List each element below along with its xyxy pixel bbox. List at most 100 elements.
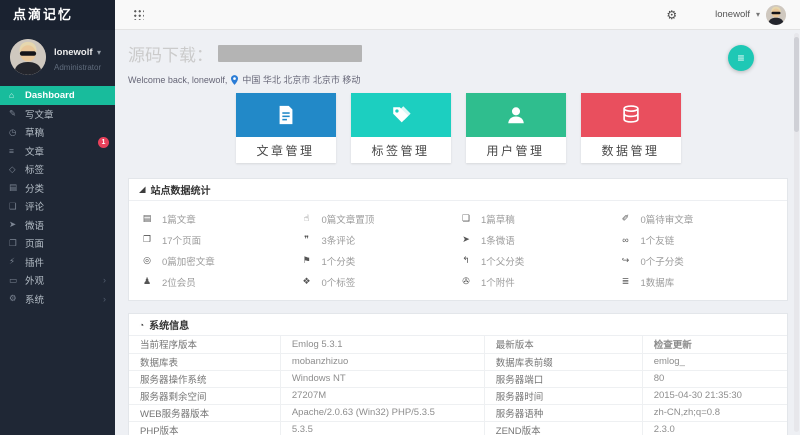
site-statistics-panel: ◢ 站点数据统计 ▤ 1篇文章 ☝ 0篇文章置顶 ❏ 1篇草稿 ✐ 0篇待审文章 ❐ 17…	[128, 178, 788, 301]
card-user-management[interactable]: 用户管理	[465, 93, 566, 163]
table-row: 服务器剩余空间 27207M 服务器时间 2015-04-30 21:35:30	[129, 386, 787, 404]
scrollbar[interactable]	[794, 33, 799, 432]
table-row: 数据库表 mobanzhizuo 数据库表前缀 emlog_	[129, 352, 787, 370]
management-cards: 文章管理 标签管理 用户管理 数据管理	[128, 93, 788, 163]
user-icon	[507, 107, 524, 124]
quick-menu-button[interactable]: ≡	[728, 45, 754, 71]
comment-icon: ❑	[9, 200, 17, 211]
card-label: 标签管理	[371, 143, 430, 158]
user-meta: lonewolf ▾ Administrator	[54, 41, 101, 73]
sidebar-item-comments[interactable]: ❑ 评论	[0, 197, 115, 216]
sys-label: PHP版本	[129, 420, 281, 435]
chevron-down-icon: ▾	[755, 10, 760, 19]
home-icon: ⌂	[9, 90, 15, 101]
card-icon-area	[350, 93, 451, 137]
panel-header: ◔ 系统信息	[129, 314, 787, 336]
check-update-link[interactable]: 检查更新	[641, 336, 787, 353]
sidebar-item-appearance[interactable]: ▭ 外观 ›	[0, 271, 115, 290]
sidebar-item-pages[interactable]: ❐ 页面	[0, 234, 115, 253]
panel-title: 站点数据统计	[150, 186, 211, 197]
scrollbar-thumb[interactable]	[794, 37, 799, 132]
card-tag-management[interactable]: 标签管理	[350, 93, 451, 163]
sidebar-item-write-article[interactable]: ✎ 写文章	[0, 105, 115, 124]
menu-icon: ≡	[737, 51, 745, 65]
card-icon-area	[465, 93, 566, 137]
sys-value: 80	[641, 369, 787, 387]
link-icon: ∞	[622, 234, 629, 245]
sidebar-item-label: 写文章	[25, 109, 54, 121]
panel-header: ◢ 站点数据统计	[129, 179, 787, 201]
sidebar-item-label: 评论	[25, 202, 45, 214]
map-pin-icon	[231, 74, 239, 85]
topbar-user-menu[interactable]: lonewolf ▾	[715, 4, 786, 25]
sys-value: 27207M	[279, 386, 485, 404]
comments-icon: ❞	[304, 234, 309, 244]
sidebar-item-categories[interactable]: ▤ 分类	[0, 179, 115, 198]
stat-text: 1个友链	[640, 235, 675, 247]
table-row: 当前程序版本 Emlog 5.3.1 最新版本 检查更新	[129, 336, 787, 353]
apps-grid-icon[interactable]	[133, 9, 144, 20]
plugin-icon: ⚡	[9, 256, 15, 267]
sidebar-item-dashboard[interactable]: ⌂ Dashboard	[0, 86, 115, 105]
stat-text: 2位会员	[162, 277, 196, 289]
sys-value: 2015-04-30 21:35:30	[641, 386, 787, 404]
category-icon: ▤	[9, 182, 18, 193]
stat-text: 1数据库	[640, 277, 675, 289]
system-icon: ⚙	[9, 293, 17, 304]
sidebar-item-microblog[interactable]: ➤ 微语	[0, 216, 115, 235]
stat-pages: ❐ 17个页面	[141, 229, 301, 250]
sidebar-user-panel[interactable]: lonewolf ▾ Administrator	[0, 30, 115, 85]
topbar: ⚙ lonewolf ▾	[115, 0, 800, 30]
stat-text: 0个标签	[321, 277, 356, 289]
tag-icon: ◇	[9, 163, 16, 174]
card-data-management[interactable]: 数据管理	[580, 93, 681, 163]
stat-text: 3条评论	[321, 235, 356, 247]
sidebar-item-plugins[interactable]: ⚡ 插件	[0, 253, 115, 272]
avatar	[766, 4, 786, 25]
card-label: 数据管理	[601, 143, 660, 158]
sys-label: 服务器操作系统	[129, 369, 281, 387]
sys-value: 2.3.0	[641, 420, 787, 435]
stat-tags: ❖ 0个标签	[301, 271, 461, 292]
thumbs-up-icon: ☝	[303, 213, 310, 223]
sidebar-item-tags[interactable]: ◇ 标签	[0, 160, 115, 179]
sys-label: WEB服务器版本	[129, 403, 281, 421]
notification-badge: 1	[98, 136, 109, 148]
card-label: 用户管理	[486, 143, 545, 158]
welcome-text: Welcome back, lonewolf,	[128, 74, 228, 85]
sidebar-item-label: 系统	[25, 294, 45, 306]
sys-value: Apache/2.0.63 (Win32) PHP/5.3.5	[279, 403, 485, 421]
sidebar-item-label: 草稿	[25, 128, 45, 140]
app-window: 点滴记忆 lonewolf ▾ Administrator ⌂ Dashboar…	[0, 0, 800, 435]
sidebar-item-label: 外观	[25, 276, 45, 288]
parent-level-icon: ↰	[462, 255, 470, 265]
stat-text: 1个附件	[481, 277, 515, 289]
pencil-icon: ✎	[9, 108, 17, 119]
sys-label: 服务器语种	[483, 403, 643, 421]
site-logo: 点滴记忆	[0, 0, 115, 30]
stat-microblogs: ➤ 1条微语	[460, 229, 620, 250]
stat-text: 0篇文章置顶	[321, 214, 375, 226]
sidebar-item-system[interactable]: ⚙ 系统 ›	[0, 290, 115, 309]
sidebar-item-drafts[interactable]: ◷ 草稿	[0, 123, 115, 142]
card-article-management[interactable]: 文章管理	[235, 93, 336, 163]
lock-power-icon: ◎	[143, 255, 151, 265]
stat-encrypted-articles: ◎ 0篇加密文章	[141, 250, 301, 271]
page-icon: ❐	[9, 237, 17, 248]
page-head: 源码下载： Welcome back, lonewolf, 中国 华北 北京市 …	[128, 41, 788, 86]
download-label: 源码下载：	[128, 46, 213, 65]
redacted-download-link[interactable]	[218, 45, 362, 62]
system-info-panel: ◔ 系统信息 当前程序版本 Emlog 5.3.1 最新版本 检查更新 数据库表…	[128, 313, 788, 435]
stat-members: ♟ 2位会员	[141, 271, 301, 292]
topbar-username: lonewolf	[715, 9, 750, 20]
gear-icon[interactable]: ⚙	[666, 8, 677, 22]
stats-grid: ▤ 1篇文章 ☝ 0篇文章置顶 ❏ 1篇草稿 ✐ 0篇待审文章 ❐ 17个页面 ❞ 3条评论…	[129, 201, 787, 300]
stat-drafts: ❏ 1篇草稿	[460, 208, 620, 229]
sys-label: 数据库表前缀	[483, 352, 643, 370]
sidebar-item-articles[interactable]: ≡ 文章 1	[0, 136, 115, 161]
stat-parent-categories: ↰ 1个父分类	[460, 250, 620, 271]
card-icon-area	[235, 93, 336, 137]
stat-text: 17个页面	[162, 235, 202, 247]
avatar	[10, 39, 46, 75]
panel-title: 系统信息	[149, 321, 190, 332]
